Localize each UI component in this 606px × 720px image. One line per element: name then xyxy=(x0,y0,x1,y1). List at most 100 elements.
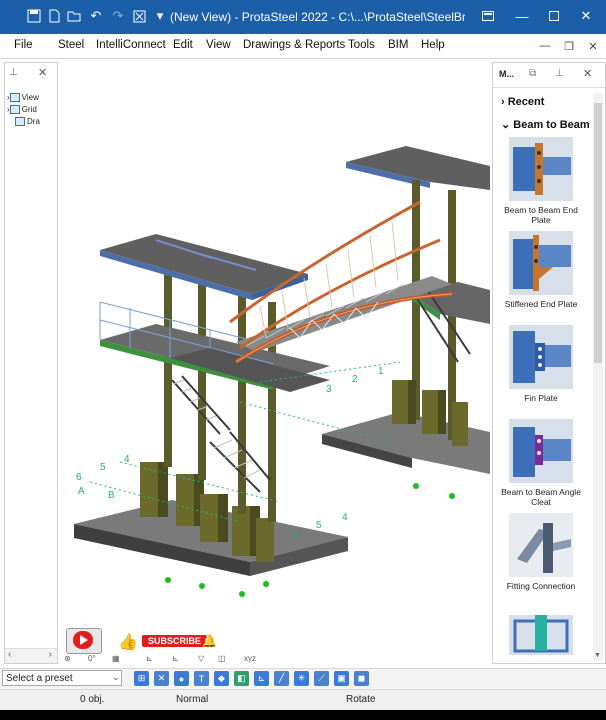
pin-icon[interactable]: ⊥ xyxy=(9,67,18,78)
maximize-icon[interactable] xyxy=(542,6,566,26)
scroll-right-icon[interactable]: › xyxy=(49,649,52,660)
horizontal-scrollbar[interactable]: ‹ › xyxy=(5,648,57,663)
status-bar: 0 obj. Normal Rotate xyxy=(0,689,606,710)
plane-icon[interactable]: ◆ xyxy=(214,671,229,686)
object-count: 0 obj. xyxy=(80,694,105,705)
connection-fin-plate[interactable]: Fin Plate xyxy=(501,325,581,403)
open-folder-icon[interactable] xyxy=(66,8,82,24)
clear-selection-icon[interactable]: ✕ xyxy=(154,671,169,686)
select-all-icon[interactable]: ⊞ xyxy=(134,671,149,686)
drawing-icon xyxy=(15,117,25,127)
recent-label: Recent xyxy=(507,96,545,108)
axis-icon[interactable]: ⊾ xyxy=(172,654,179,662)
connection-fitting[interactable]: Fitting Connection xyxy=(501,513,581,591)
subscribe-button[interactable]: SUBSCRIBE xyxy=(142,635,208,647)
mdi-minimize-icon[interactable]: — xyxy=(536,38,554,54)
view-icon xyxy=(9,93,20,103)
connection-angle-cleat[interactable]: Beam to Beam Angle Cleat xyxy=(501,419,581,507)
like-icon[interactable]: 👍 xyxy=(118,632,138,652)
connection-end-plate[interactable]: Beam to Beam End Plate xyxy=(501,137,581,225)
panel-close-icon[interactable]: ✕ xyxy=(583,67,592,80)
scroll-down-icon[interactable]: ▼ xyxy=(594,652,601,659)
fullscreen-icon[interactable] xyxy=(131,8,147,24)
tree-item-view[interactable]: › View xyxy=(7,93,39,103)
filter-icon[interactable]: ▽ xyxy=(198,654,204,662)
menu-edit[interactable]: Edit xyxy=(173,39,193,51)
column-base-icon xyxy=(509,615,573,655)
view-angle-icon[interactable]: 0° xyxy=(88,654,96,662)
tree-item-grid[interactable]: › Grid xyxy=(7,105,37,115)
redo-icon[interactable]: ↷ xyxy=(110,8,126,24)
layer-icon[interactable]: ◫ xyxy=(218,654,226,662)
menu-help[interactable]: Help xyxy=(421,39,445,51)
grid-toggle-icon[interactable]: ▦ xyxy=(112,654,120,662)
model-tree-panel: ⊥ ✕ › View › Grid Dra ‹ › xyxy=(4,62,58,664)
panel-close-icon[interactable]: ✕ xyxy=(38,66,47,79)
end-plate-icon xyxy=(509,137,573,201)
grid-label: 2 xyxy=(352,374,358,385)
orbit-icon[interactable]: ⊛ xyxy=(64,654,71,662)
menu-bim[interactable]: BIM xyxy=(388,39,408,51)
intersection-icon[interactable]: ✳ xyxy=(294,671,309,686)
connection-label: Beam to Beam Angle Cleat xyxy=(501,487,581,507)
minimize-icon[interactable]: — xyxy=(510,6,534,26)
group-label: Beam to Beam xyxy=(513,119,590,131)
object-snap-icon[interactable]: ▣ xyxy=(334,671,349,686)
bottom-edge xyxy=(0,710,606,720)
preset-select[interactable]: Select a preset xyxy=(2,670,122,686)
new-file-icon[interactable] xyxy=(46,8,62,24)
grid-icon xyxy=(9,105,20,115)
edge-icon[interactable]: ⟋ xyxy=(314,671,329,686)
tree-label-view: View xyxy=(21,93,39,102)
grid-label: 1 xyxy=(378,366,384,377)
grid-label: 6 xyxy=(76,472,82,483)
play-button[interactable] xyxy=(66,628,102,654)
chevron-down-icon[interactable]: ⌄ xyxy=(112,672,120,683)
menu-file[interactable]: File xyxy=(14,39,33,51)
panel-title: M... xyxy=(499,69,514,79)
recent-section[interactable]: › Recent xyxy=(501,96,544,108)
cube-icon[interactable]: ◼ xyxy=(354,671,369,686)
beam-to-beam-section[interactable]: ⌄ Beam to Beam xyxy=(501,118,590,131)
grid-label: 5 xyxy=(316,520,322,531)
scroll-thumb[interactable] xyxy=(594,103,602,363)
view-tools-row: ⊛ 0° ▦ ⊾ ⊾ ▽ ◫ xyz xyxy=(64,654,484,662)
tree-label-grid: Grid xyxy=(21,105,37,114)
angle-cleat-icon xyxy=(509,419,573,483)
pin-icon[interactable]: ⊥ xyxy=(555,68,564,79)
menu-tools[interactable]: Tools xyxy=(348,39,375,51)
connection-more[interactable] xyxy=(501,615,581,655)
window-title: (New View) - ProtaSteel 2022 - C:\...\Pr… xyxy=(170,10,465,24)
menu-intelliconnect[interactable]: IntelliConnect xyxy=(96,39,166,51)
bottom-toolbar: Select a preset ⌄ ⊞ ✕ ● T ◆ ◧ ⊾ ╱ ✳ ⟋ ▣ … xyxy=(0,668,606,689)
undo-icon[interactable]: ↶ xyxy=(88,8,104,24)
mdi-close-icon[interactable]: ✕ xyxy=(584,38,602,54)
axis-icon[interactable]: ⊾ xyxy=(146,654,153,662)
coordinate-label: xyz xyxy=(244,654,256,662)
menu-steel[interactable]: Steel xyxy=(58,39,84,51)
grid-label: A xyxy=(78,486,85,497)
fitting-connection-icon xyxy=(509,513,573,577)
connection-label: Beam to Beam End Plate xyxy=(504,205,578,225)
bell-icon[interactable]: 🔔 xyxy=(202,634,217,648)
vertical-scrollbar[interactable]: ▼ xyxy=(593,93,603,661)
connection-stiffened-end-plate[interactable]: Stiffened End Plate xyxy=(501,231,581,309)
3d-model-viewport[interactable]: 1 2 3 4 5 6 4 5 6 A B 👍 SUBSCRIBE 🔔 ⊛ 0°… xyxy=(60,62,490,662)
save-icon[interactable] xyxy=(26,8,42,24)
close-icon[interactable]: ✕ xyxy=(574,6,598,26)
snap-point-icon[interactable]: ● xyxy=(174,671,189,686)
customize-icon[interactable]: ▾ xyxy=(152,8,168,24)
midpoint-icon[interactable]: ◧ xyxy=(234,671,249,686)
menu-view[interactable]: View xyxy=(206,39,231,51)
float-icon[interactable]: ⧉ xyxy=(529,68,536,79)
text-snap-icon[interactable]: T xyxy=(194,671,209,686)
grid-label: 6 xyxy=(292,530,298,541)
menu-drawings-reports[interactable]: Drawings & Reports xyxy=(243,39,345,51)
perpendicular-icon[interactable]: ⊾ xyxy=(254,671,269,686)
line-snap-icon[interactable]: ╱ xyxy=(274,671,289,686)
mdi-restore-icon[interactable]: ❐ xyxy=(560,38,578,54)
scroll-left-icon[interactable]: ‹ xyxy=(8,649,11,660)
ribbon-display-icon[interactable] xyxy=(476,6,500,26)
tree-item-drawing[interactable]: Dra xyxy=(15,117,40,127)
grid-label: 5 xyxy=(100,462,106,473)
